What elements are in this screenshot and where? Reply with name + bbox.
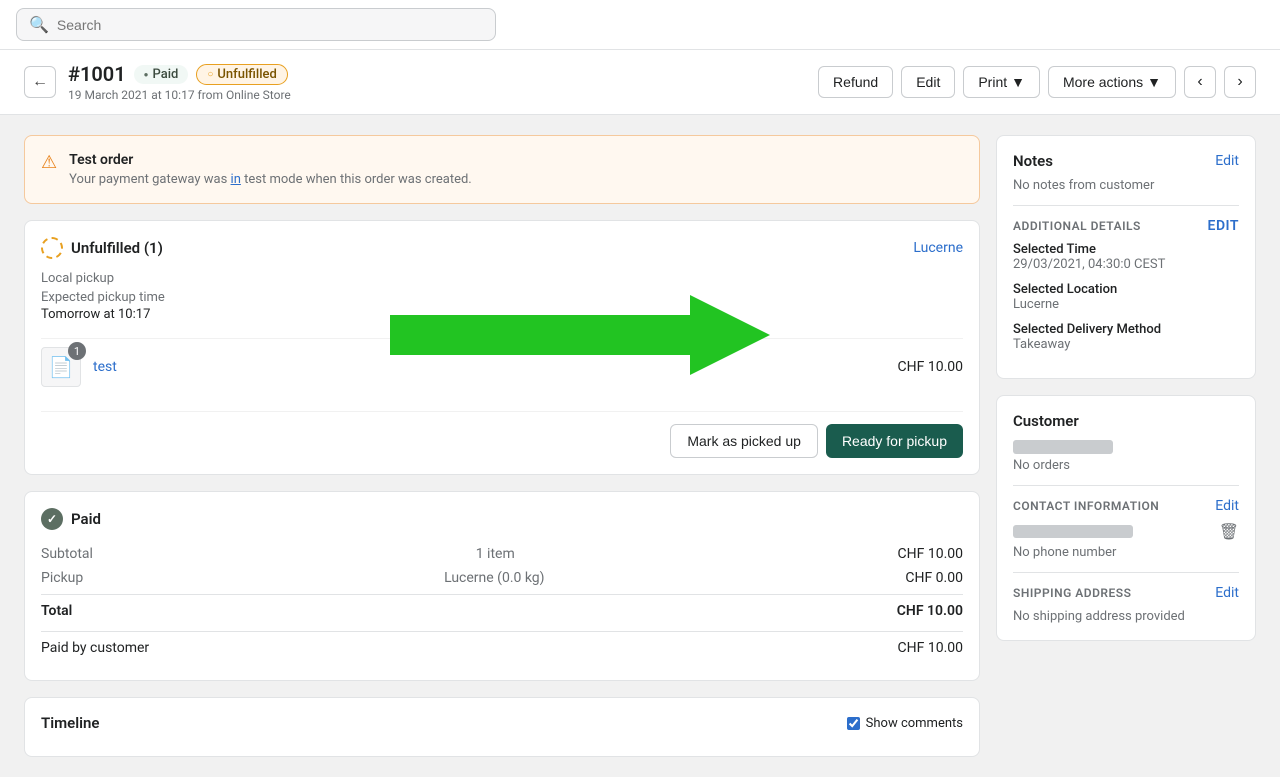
show-comments-checkbox[interactable] bbox=[847, 717, 860, 730]
warning-icon: ⚠ bbox=[41, 152, 57, 173]
subtotal-qty: 1 item bbox=[476, 546, 515, 562]
item-thumbnail: 📄 1 bbox=[41, 347, 81, 387]
header-actions: Refund Edit Print ▼ More actions ▼ ‹ › bbox=[818, 66, 1256, 98]
page-header: ← #1001 Paid Unfulfilled 19 March 2021 a… bbox=[0, 50, 1280, 115]
item-price: CHF 10.00 bbox=[898, 359, 963, 375]
pickup-value: Lucerne (0.0 kg) bbox=[444, 570, 544, 586]
contact-email-blur bbox=[1013, 525, 1133, 538]
notes-card: Notes Edit No notes from customer ADDITI… bbox=[996, 135, 1256, 379]
additional-details-section: ADDITIONAL DETAILS Edit bbox=[1013, 218, 1239, 234]
paid-title: ✓ Paid bbox=[41, 508, 101, 530]
document-icon: 📄 bbox=[49, 355, 74, 379]
lucerne-link[interactable]: Lucerne bbox=[913, 240, 963, 256]
no-notes-text: No notes from customer bbox=[1013, 178, 1239, 193]
unfulfilled-title: Unfulfilled (1) bbox=[41, 237, 163, 259]
customer-title: Customer bbox=[1013, 412, 1239, 430]
edit-button[interactable]: Edit bbox=[901, 66, 955, 98]
paid-by-label: Paid by customer bbox=[41, 640, 149, 656]
selected-time-detail: Selected Time 29/03/2021, 04:30:0 CEST bbox=[1013, 242, 1239, 272]
mark-picked-up-button[interactable]: Mark as picked up bbox=[670, 424, 818, 458]
search-input[interactable] bbox=[57, 17, 483, 33]
unfulfilled-icon bbox=[41, 237, 63, 259]
chevron-down-icon: ▼ bbox=[1011, 74, 1025, 90]
pickup-label: Pickup bbox=[41, 570, 83, 586]
chevron-down-icon: ▼ bbox=[1147, 74, 1161, 90]
refund-button[interactable]: Refund bbox=[818, 66, 893, 98]
paid-icon: ✓ bbox=[41, 508, 63, 530]
subtotal-label: Subtotal bbox=[41, 546, 93, 562]
test-order-alert: ⚠ Test order Your payment gateway was in… bbox=[24, 135, 980, 204]
selected-delivery-detail: Selected Delivery Method Takeaway bbox=[1013, 322, 1239, 352]
contact-info-title: CONTACT INFORMATION bbox=[1013, 499, 1159, 513]
search-bar[interactable]: 🔍 bbox=[16, 8, 496, 41]
alert-link[interactable]: in bbox=[231, 172, 241, 187]
contact-row: 🗑 bbox=[1013, 522, 1239, 541]
order-date: 19 March 2021 at 10:17 from Online Store bbox=[68, 88, 291, 102]
alert-title: Test order bbox=[69, 152, 472, 168]
timeline-title: Timeline bbox=[41, 714, 99, 732]
order-title-group: #1001 Paid Unfulfilled 19 March 2021 at … bbox=[68, 62, 291, 102]
contact-edit-link[interactable]: Edit bbox=[1215, 498, 1239, 514]
selected-location-detail: Selected Location Lucerne bbox=[1013, 282, 1239, 312]
customer-card: Customer No orders CONTACT INFORMATION E… bbox=[996, 395, 1256, 641]
paid-badge: Paid bbox=[134, 65, 189, 84]
additional-details-edit-link[interactable]: Edit bbox=[1208, 218, 1239, 234]
pickup-row: Pickup Lucerne (0.0 kg) CHF 0.00 bbox=[41, 566, 963, 590]
trash-icon[interactable]: 🗑 bbox=[1219, 522, 1239, 541]
pickup-amount: CHF 0.00 bbox=[905, 570, 963, 586]
shipping-address-title: SHIPPING ADDRESS bbox=[1013, 586, 1131, 600]
prev-order-button[interactable]: ‹ bbox=[1184, 66, 1216, 98]
item-name-link[interactable]: test bbox=[93, 359, 886, 375]
search-icon: 🔍 bbox=[29, 15, 49, 34]
alert-text: Your payment gateway was in test mode wh… bbox=[69, 172, 472, 187]
print-button[interactable]: Print ▼ bbox=[963, 66, 1040, 98]
unfulfilled-badge: Unfulfilled bbox=[196, 64, 287, 85]
subtotal-amount: CHF 10.00 bbox=[898, 546, 963, 562]
subtotal-row: Subtotal 1 item CHF 10.00 bbox=[41, 542, 963, 566]
shipping-edit-link[interactable]: Edit bbox=[1215, 585, 1239, 601]
paid-by-row: Paid by customer CHF 10.00 bbox=[41, 631, 963, 664]
paid-card: ✓ Paid Subtotal 1 item CHF 10.00 Pickup … bbox=[24, 491, 980, 681]
timeline-section: Timeline Show comments bbox=[24, 697, 980, 757]
ready-for-pickup-button[interactable]: Ready for pickup bbox=[826, 424, 963, 458]
customer-orders: No orders bbox=[1013, 458, 1239, 473]
next-order-button[interactable]: › bbox=[1224, 66, 1256, 98]
show-comments-label[interactable]: Show comments bbox=[847, 716, 963, 731]
customer-name-blur bbox=[1013, 440, 1113, 454]
more-actions-button[interactable]: More actions ▼ bbox=[1048, 66, 1176, 98]
fulfillment-expected-label: Expected pickup time bbox=[41, 290, 963, 305]
notes-edit-link[interactable]: Edit bbox=[1215, 153, 1239, 169]
total-amount: CHF 10.00 bbox=[897, 603, 963, 619]
no-shipping-address: No shipping address provided bbox=[1013, 609, 1239, 624]
notes-title: Notes bbox=[1013, 152, 1053, 170]
order-item-row: 📄 1 test CHF 10.00 bbox=[41, 338, 963, 395]
unfulfilled-card: Unfulfilled (1) Lucerne Local pickup Exp… bbox=[24, 220, 980, 475]
item-qty-badge: 1 bbox=[68, 342, 86, 360]
back-button[interactable]: ← bbox=[24, 66, 56, 98]
total-row: Total CHF 10.00 bbox=[41, 594, 963, 623]
paid-by-amount: CHF 10.00 bbox=[898, 640, 963, 656]
fulfillment-expected-time: Tomorrow at 10:17 bbox=[41, 307, 963, 322]
total-label: Total bbox=[41, 603, 72, 619]
fulfillment-method: Local pickup bbox=[41, 271, 963, 286]
no-phone: No phone number bbox=[1013, 545, 1239, 560]
order-number: #1001 bbox=[68, 62, 126, 86]
